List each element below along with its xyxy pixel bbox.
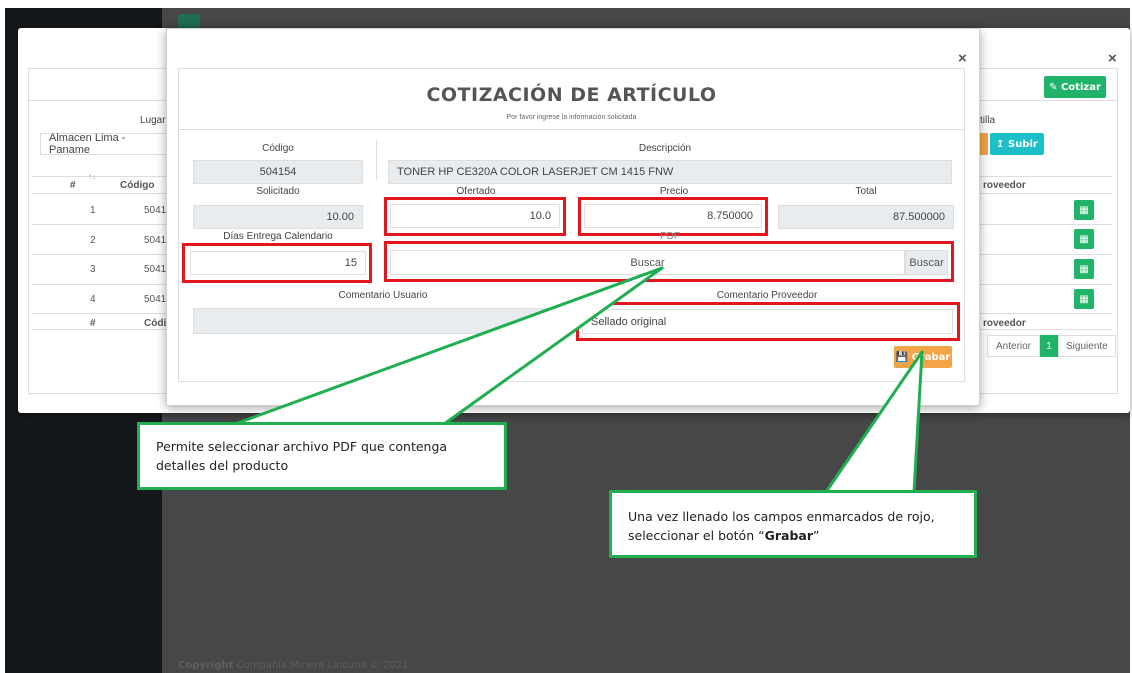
pdf-callout-pointer [233,266,664,426]
grabar-callout-pointer [824,350,924,494]
grabar-callout: Una vez llenado los campos enmarcados de… [609,490,977,558]
callout-pointers [233,266,924,494]
pdf-callout: Permite seleccionar archivo PDF que cont… [137,422,507,490]
